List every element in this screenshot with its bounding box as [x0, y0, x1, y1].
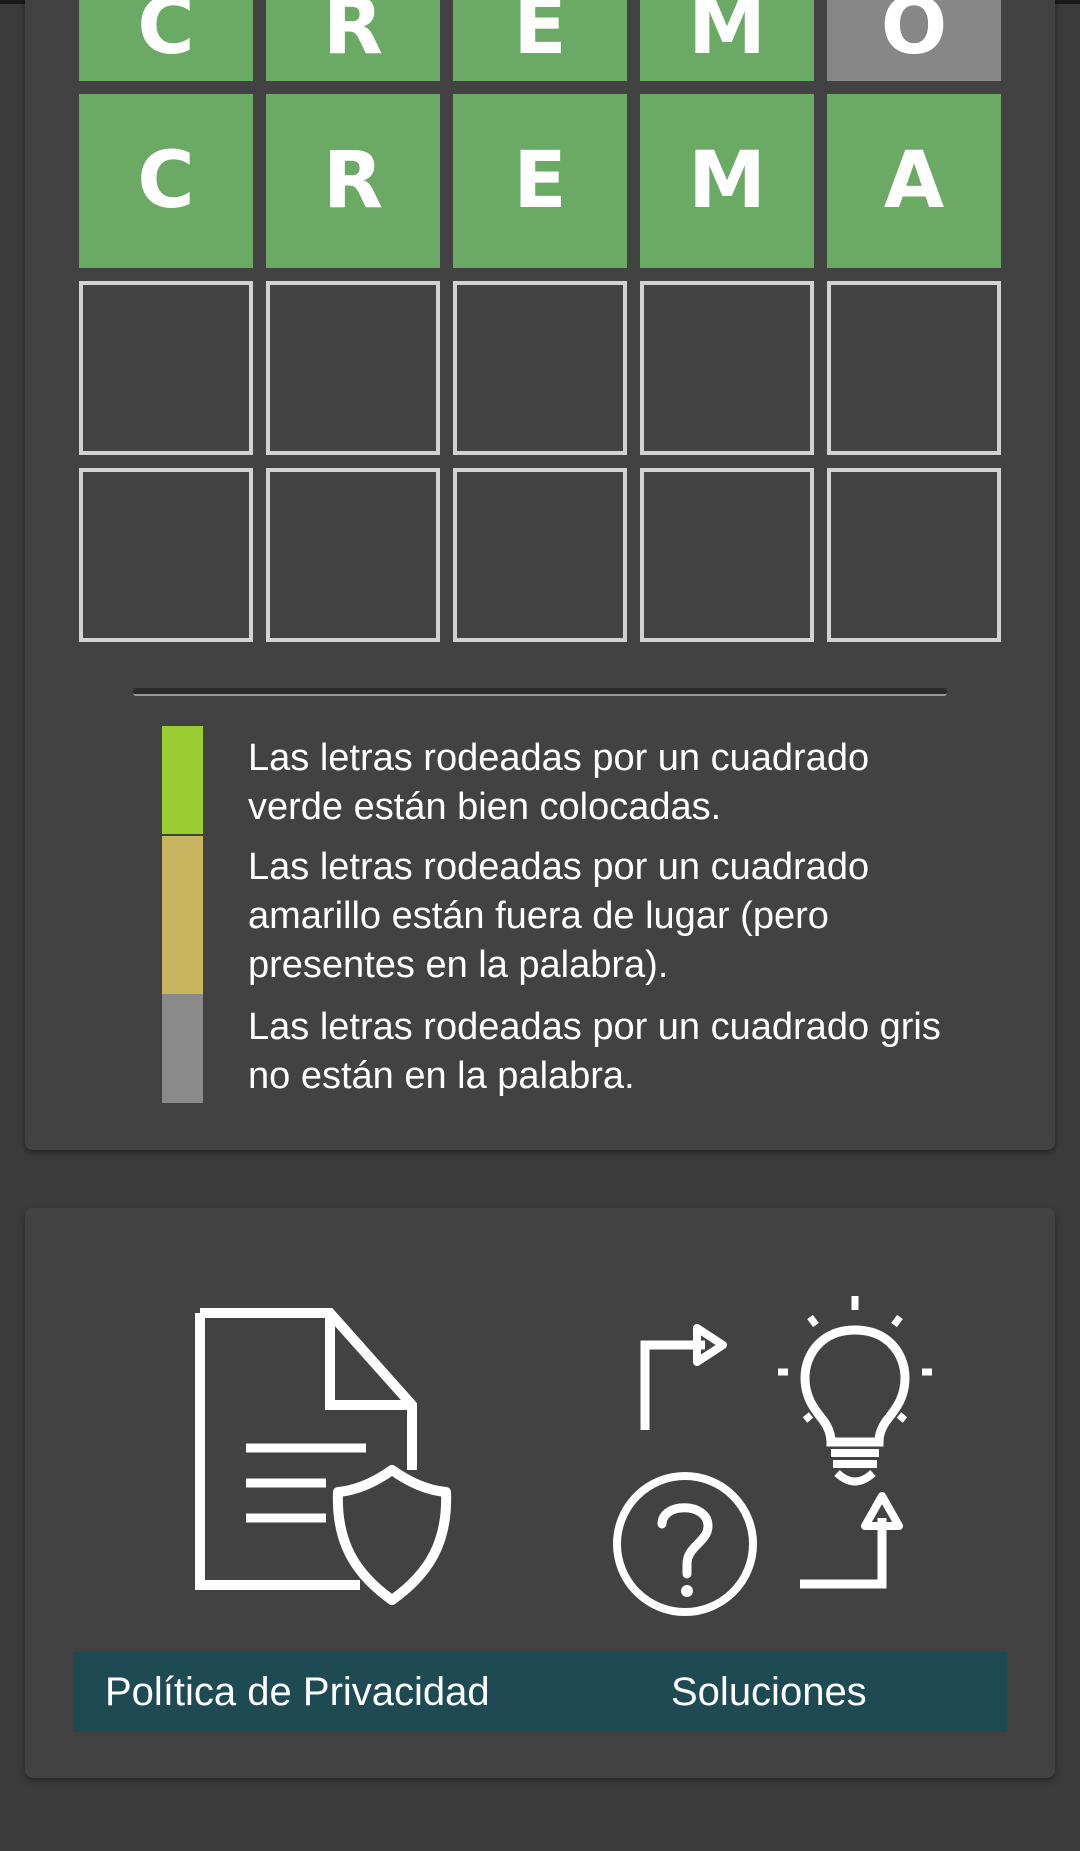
board-tile: C [79, 0, 253, 81]
privacy-policy-link[interactable]: Política de Privacidad [105, 1652, 490, 1732]
legend-text: Las letras rodeadas por un cuadrado verd… [248, 737, 870, 828]
board-tile-empty [827, 468, 1001, 642]
privacy-document-shield-icon[interactable] [190, 1305, 465, 1605]
board-tile: R [266, 94, 440, 268]
board-tile: C [79, 94, 253, 268]
gray-swatch [162, 994, 203, 1103]
solutions-link[interactable]: Soluciones [671, 1652, 867, 1732]
board-tile-empty [79, 281, 253, 455]
board-tile-empty [79, 468, 253, 642]
board-tile-empty [266, 281, 440, 455]
board-tile: E [453, 94, 627, 268]
legend-item-absent: Las letras rodeadas por un cuadrado gris… [162, 994, 952, 1104]
board-tile-empty [640, 468, 814, 642]
board-tile: M [640, 0, 814, 81]
board-tile-empty [827, 281, 1001, 455]
yellow-swatch [162, 836, 203, 994]
board-tile: E [453, 0, 627, 81]
board-tile: M [640, 94, 814, 268]
board-tile-empty [640, 281, 814, 455]
legend-text: Las letras rodeadas por un cuadrado gris… [248, 1006, 941, 1097]
footer-links-bar: Política de Privacidad Soluciones [73, 1652, 1007, 1732]
board-tile-empty [453, 468, 627, 642]
legend-item-correct: Las letras rodeadas por un cuadrado verd… [162, 726, 952, 836]
board-tile: R [266, 0, 440, 81]
board-tile: O [827, 0, 1001, 81]
divider [133, 688, 947, 696]
green-swatch [162, 726, 203, 834]
board-tile-empty [266, 468, 440, 642]
board-tile: A [827, 94, 1001, 268]
legend-item-present: Las letras rodeadas por un cuadrado amar… [162, 836, 952, 994]
legend-text: Las letras rodeadas por un cuadrado amar… [248, 846, 870, 986]
solutions-hint-icon[interactable] [605, 1290, 945, 1620]
board-tile-empty [453, 281, 627, 455]
